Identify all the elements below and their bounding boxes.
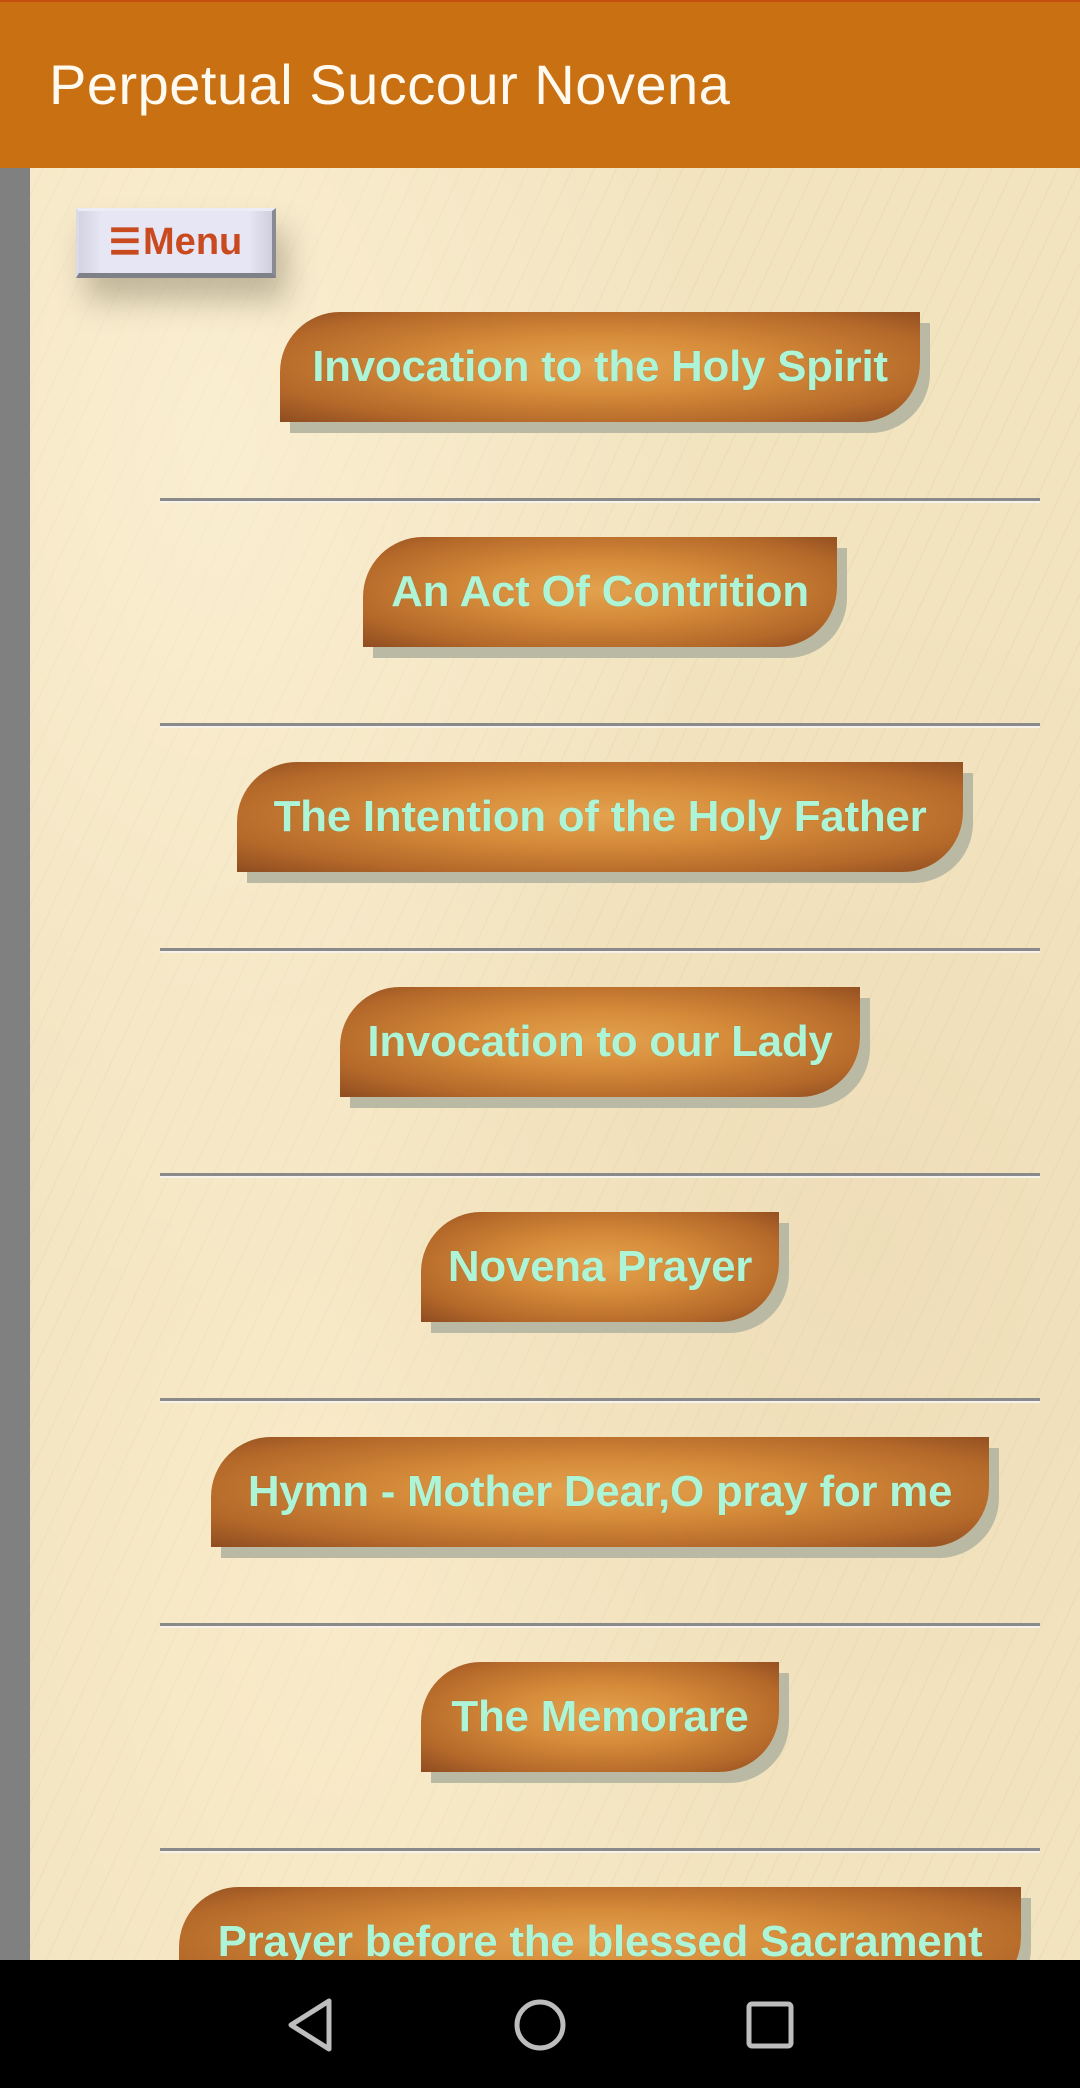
app-bar: Perpetual Succour Novena <box>0 0 1080 168</box>
prayer-button-act-of-contrition[interactable]: An Act Of Contrition <box>363 537 837 647</box>
list-item: Prayer before the blessed Sacrament <box>160 1853 1040 1960</box>
recents-icon <box>746 2001 794 2049</box>
prayer-button-our-lady[interactable]: Invocation to our Lady <box>340 987 860 1097</box>
prayer-label: Invocation to the Holy Spirit <box>312 342 888 391</box>
system-nav-bar <box>0 1960 1080 2088</box>
prayer-button-holy-father[interactable]: The Intention of the Holy Father <box>237 762 963 872</box>
list-item: The Memorare <box>160 1628 1040 1853</box>
prayer-label: The Intention of the Holy Father <box>273 792 927 841</box>
prayer-label: Prayer before the blessed Sacrament <box>217 1917 983 1960</box>
left-rail <box>0 168 30 1960</box>
prayer-button-memorare[interactable]: The Memorare <box>421 1662 779 1772</box>
content-area[interactable]: ☰ Menu Invocation to the Holy Spirit An … <box>0 168 1080 1960</box>
menu-button[interactable]: ☰ Menu <box>76 208 276 278</box>
list-item: Hymn - Mother Dear,O pray for me <box>160 1403 1040 1628</box>
app-title: Perpetual Succour Novena <box>49 53 731 116</box>
prayer-label: An Act Of Contrition <box>391 567 809 616</box>
prayer-list: Invocation to the Holy Spirit An Act Of … <box>160 278 1040 1960</box>
back-button[interactable] <box>270 1990 350 2060</box>
list-item: Invocation to our Lady <box>160 953 1040 1178</box>
prayer-label: The Memorare <box>451 1692 749 1741</box>
list-item: An Act Of Contrition <box>160 503 1040 728</box>
prayer-label: Novena Prayer <box>447 1242 753 1291</box>
menu-label: Menu <box>143 220 243 263</box>
prayer-label: Invocation to our Lady <box>367 1017 833 1066</box>
hamburger-icon: ☰ <box>108 221 142 262</box>
prayer-button-holy-spirit[interactable]: Invocation to the Holy Spirit <box>280 312 920 422</box>
list-item: Novena Prayer <box>160 1178 1040 1403</box>
back-icon <box>288 1998 332 2052</box>
home-icon <box>514 1999 566 2051</box>
list-item: Invocation to the Holy Spirit <box>160 278 1040 503</box>
list-item: The Intention of the Holy Father <box>160 728 1040 953</box>
home-button[interactable] <box>500 1990 580 2060</box>
prayer-button-novena-prayer[interactable]: Novena Prayer <box>421 1212 779 1322</box>
recents-button[interactable] <box>730 1990 810 2060</box>
prayer-button-blessed-sacrament[interactable]: Prayer before the blessed Sacrament <box>179 1887 1021 1960</box>
prayer-button-hymn[interactable]: Hymn - Mother Dear,O pray for me <box>211 1437 989 1547</box>
prayer-label: Hymn - Mother Dear,O pray for me <box>247 1467 953 1516</box>
